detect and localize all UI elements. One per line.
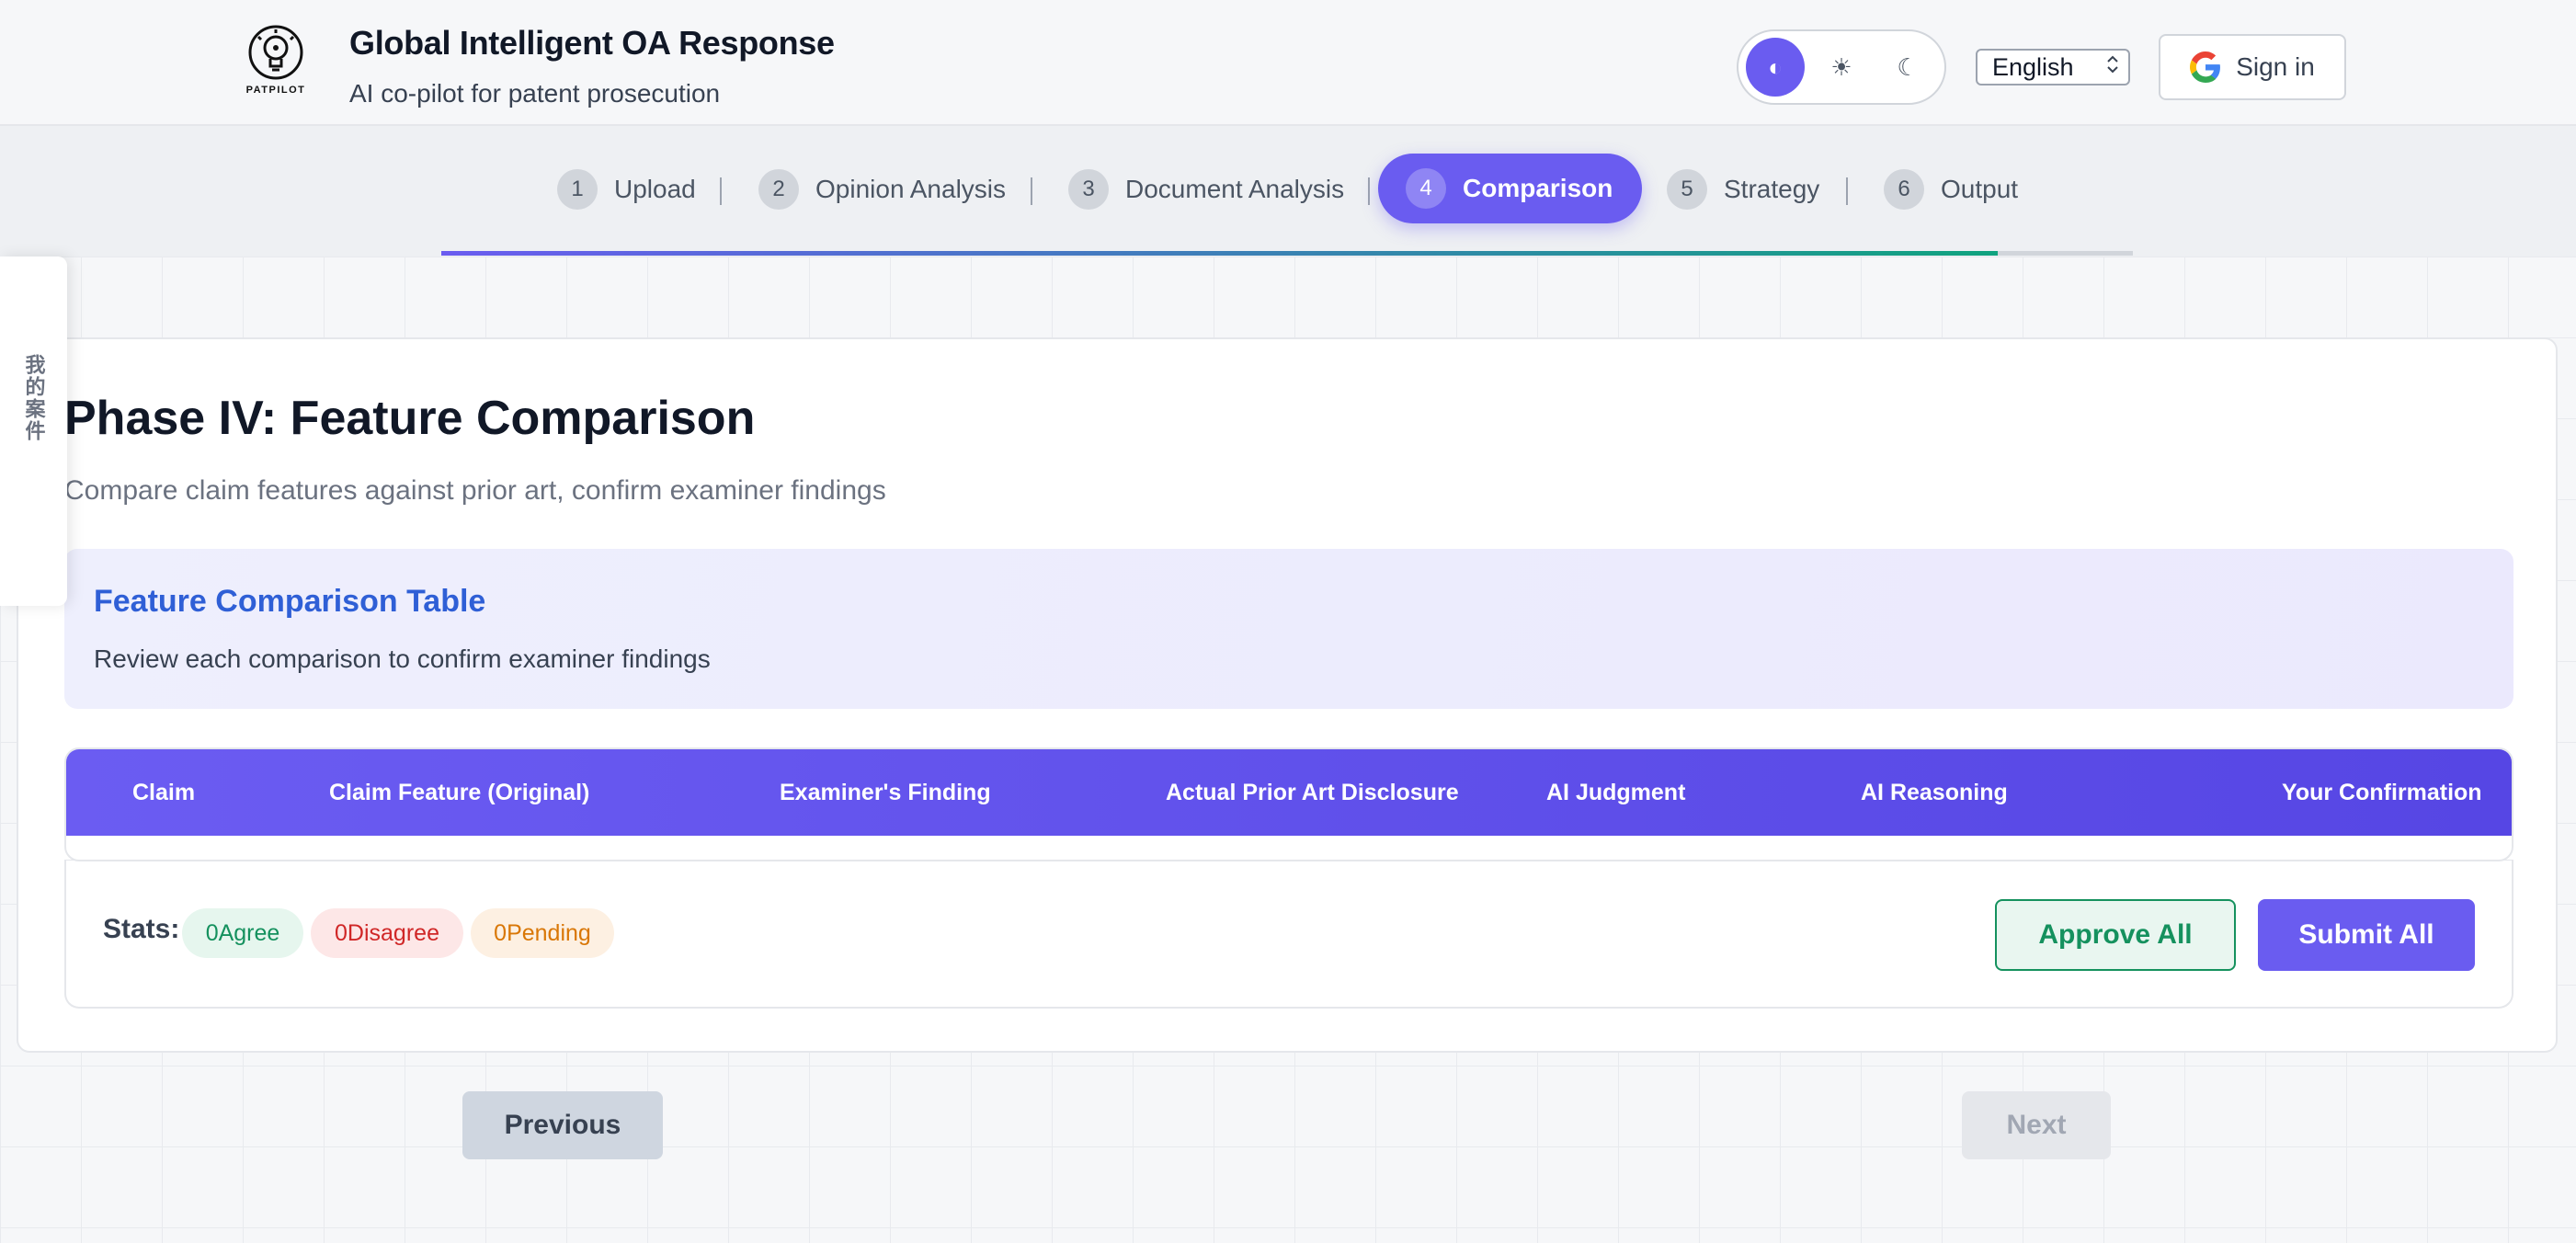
lightbulb-logo-icon — [248, 25, 303, 80]
step-strategy[interactable]: 5 Strategy — [1667, 169, 1819, 210]
step-number: 2 — [758, 169, 799, 210]
step-number: 4 — [1406, 168, 1446, 209]
page-title: Phase IV: Feature Comparison — [64, 392, 756, 445]
language-select[interactable]: English — [1976, 49, 2130, 86]
step-number: 1 — [557, 169, 598, 210]
sun-icon[interactable]: ☀ — [1812, 38, 1871, 97]
app-subtitle: AI co-pilot for patent prosecution — [349, 79, 721, 108]
column-header-ai-reasoning[interactable]: AI Reasoning — [1861, 749, 2008, 836]
submit-all-button[interactable]: Submit All — [2258, 899, 2475, 971]
my-cases-side-tab[interactable]: 我的案件 — [0, 257, 67, 606]
step-comparison[interactable]: 4 Comparison — [1378, 154, 1643, 223]
language-value: English — [1992, 52, 2074, 81]
select-chevron-icon — [2106, 54, 2119, 74]
info-title: Feature Comparison Table — [94, 584, 486, 619]
step-document-analysis[interactable]: 3 Document Analysis — [1068, 169, 1344, 210]
logo-text: PATPILOT — [245, 85, 306, 96]
step-opinion-analysis[interactable]: 2 Opinion Analysis — [758, 169, 1006, 210]
phase-card: Phase IV: Feature Comparison Compare cla… — [17, 337, 2558, 1053]
step-output[interactable]: 6 Output — [1884, 169, 2018, 210]
step-number: 3 — [1068, 169, 1109, 210]
column-header-confirmation[interactable]: Your Confirmation — [2282, 749, 2482, 836]
column-header-prior-art[interactable]: Actual Prior Art Disclosure — [1166, 749, 1459, 836]
step-label: Upload — [614, 175, 696, 203]
sign-in-button[interactable]: Sign in — [2159, 34, 2346, 100]
google-icon — [2190, 51, 2221, 83]
stats-bar: Stats: 0Agree 0Disagree 0Pending Approve… — [64, 860, 2513, 1009]
step-label: Strategy — [1724, 175, 1820, 203]
step-label: Output — [1941, 175, 2019, 203]
previous-button[interactable]: Previous — [462, 1091, 663, 1159]
agree-count-badge: 0Agree — [182, 908, 303, 958]
column-header-claim-feature[interactable]: Claim Feature (Original) — [329, 749, 589, 836]
phase-stepper: 1 Upload 2 Opinion Analysis 3 Document A… — [0, 126, 2576, 257]
step-divider — [720, 177, 722, 205]
step-divider — [1846, 177, 1848, 205]
theme-toggle: ◐ ☀ ☾ — [1737, 29, 1946, 105]
sign-in-label: Sign in — [2236, 52, 2315, 81]
auto-theme-icon[interactable]: ◐ — [1746, 38, 1805, 97]
side-tab-label: 我的案件 — [22, 354, 46, 442]
info-description: Review each comparison to confirm examin… — [94, 644, 711, 673]
next-button[interactable]: Next — [1962, 1091, 2111, 1159]
step-number: 6 — [1884, 169, 1924, 210]
step-divider — [1368, 177, 1370, 205]
app-header: PATPILOT Global Intelligent OA Response … — [0, 0, 2576, 126]
comparison-table: Claim Claim Feature (Original) Examiner'… — [64, 747, 2513, 861]
page-description: Compare claim features against prior art… — [64, 475, 886, 506]
column-header-examiner-finding[interactable]: Examiner's Finding — [780, 749, 991, 836]
step-label: Opinion Analysis — [815, 175, 1007, 203]
stats-label: Stats: — [103, 914, 180, 944]
moon-icon[interactable]: ☾ — [1878, 38, 1937, 97]
disagree-count-badge: 0Disagree — [311, 908, 463, 958]
step-label: Document Analysis — [1125, 175, 1345, 203]
step-number: 5 — [1667, 169, 1707, 210]
progress-track — [441, 251, 2133, 256]
patpilot-logo[interactable]: PATPILOT — [241, 24, 311, 103]
step-upload[interactable]: 1 Upload — [557, 169, 696, 210]
table-header: Claim Claim Feature (Original) Examiner'… — [66, 749, 2512, 836]
step-divider — [1031, 177, 1032, 205]
approve-all-button[interactable]: Approve All — [1995, 899, 2236, 971]
progress-fill — [441, 251, 1998, 256]
info-panel: Feature Comparison Table Review each com… — [64, 549, 2513, 709]
column-header-claim[interactable]: Claim — [132, 749, 195, 836]
pending-count-badge: 0Pending — [471, 908, 614, 958]
column-header-ai-judgment[interactable]: AI Judgment — [1546, 749, 1685, 836]
step-label: Comparison — [1463, 174, 1613, 202]
app-title: Global Intelligent OA Response — [349, 24, 835, 62]
